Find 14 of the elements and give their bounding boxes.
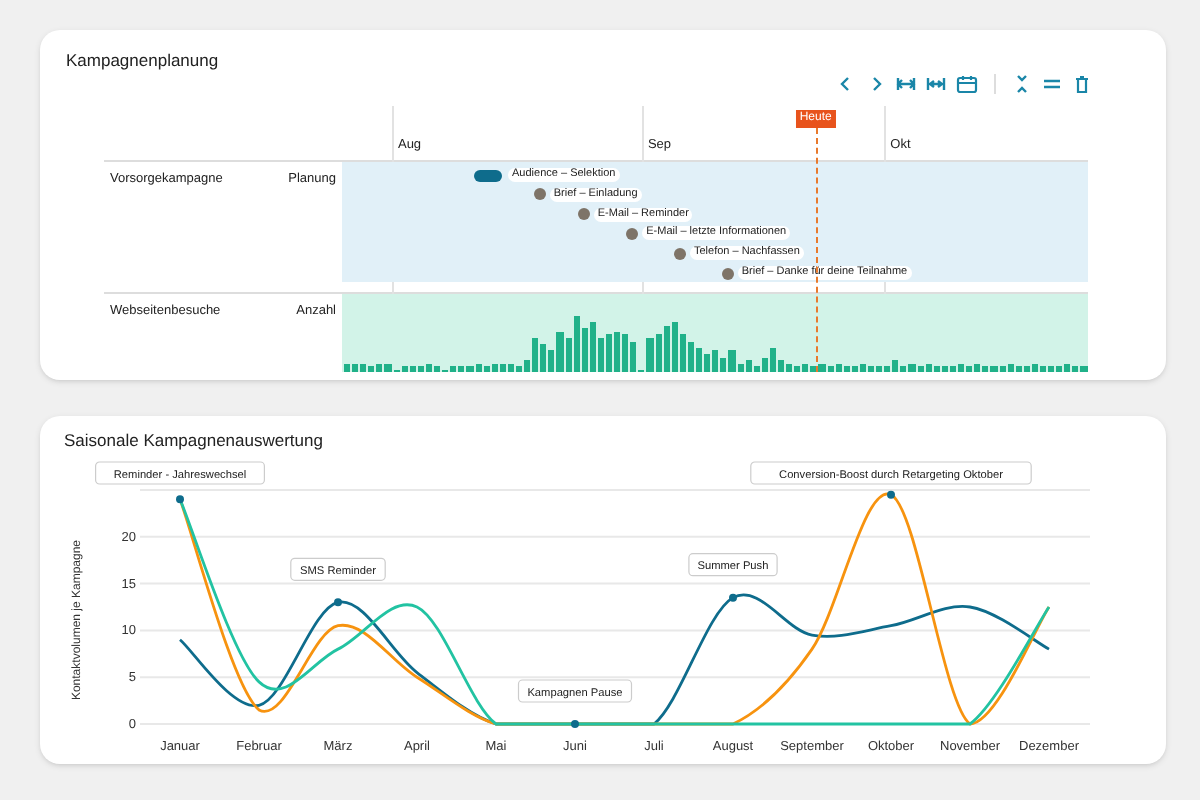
annotation-point xyxy=(887,490,895,499)
expand-width-icon[interactable] xyxy=(896,74,916,94)
annotation-point xyxy=(334,598,342,607)
annotation-point xyxy=(729,593,737,602)
event-bar[interactable] xyxy=(474,169,503,181)
collapse-icon[interactable] xyxy=(1012,74,1032,94)
panel-title: Kampagnenplanung xyxy=(66,48,219,74)
annotation-point xyxy=(176,495,184,504)
equal-lines-icon[interactable] xyxy=(1042,74,1062,94)
panel-title: Saisonale Kampagnenauswertung xyxy=(64,428,323,454)
annotation-point xyxy=(571,720,579,728)
fit-width-icon[interactable] xyxy=(926,74,946,94)
trash-icon[interactable] xyxy=(1072,74,1092,94)
calendar-icon[interactable] xyxy=(956,74,978,94)
